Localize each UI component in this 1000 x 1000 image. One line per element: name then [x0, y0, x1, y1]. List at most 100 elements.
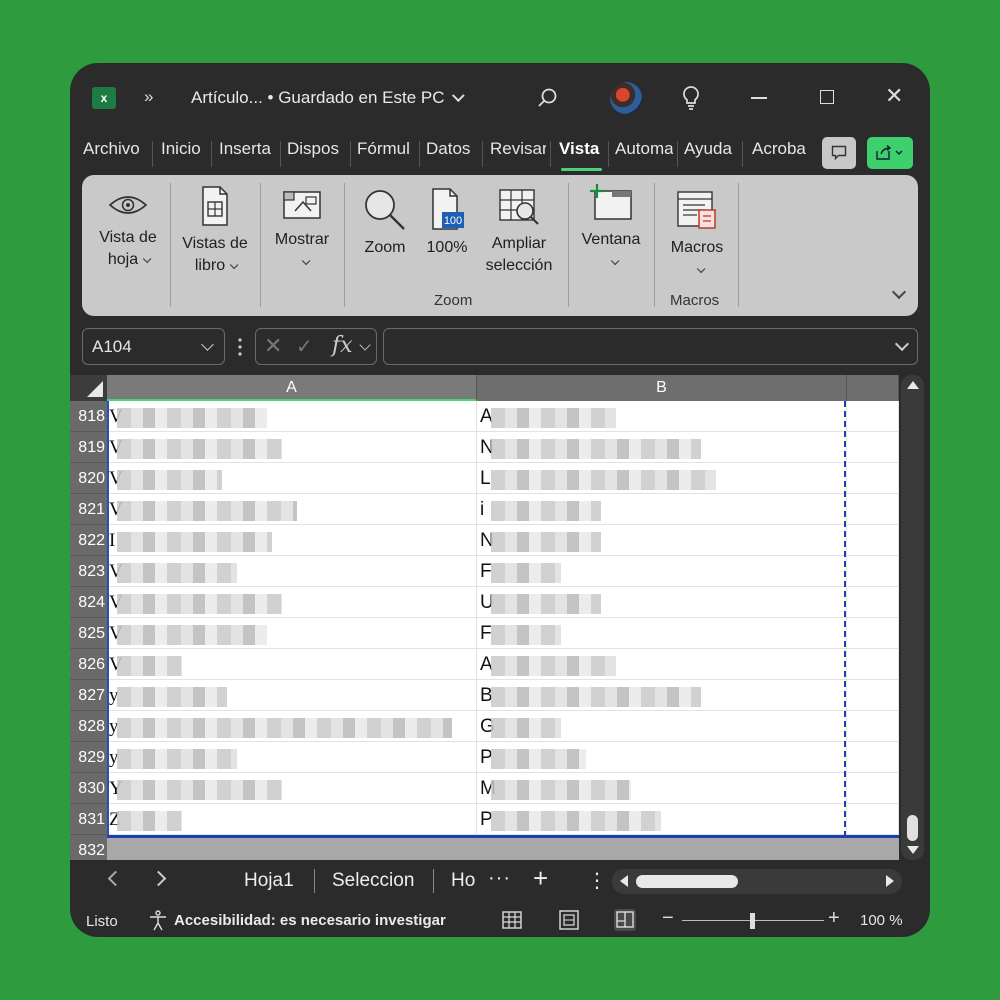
- cell-grid[interactable]: VAVNVLViINVFVUVFVAyByGyPYMZP: [107, 401, 899, 837]
- sheet-options-button[interactable]: ⋮: [587, 868, 607, 893]
- row-header[interactable]: 832: [70, 835, 107, 860]
- cell-b[interactable]: U: [477, 587, 847, 618]
- cell-b[interactable]: F: [477, 618, 847, 649]
- search-icon[interactable]: [536, 87, 558, 109]
- cell-a[interactable]: V: [107, 587, 477, 618]
- tab-vista[interactable]: Vista: [559, 139, 604, 171]
- sheet-tab-seleccion[interactable]: Seleccion: [332, 870, 414, 892]
- sheet-view-button[interactable]: Vista de hoja: [88, 189, 168, 271]
- scroll-down-arrow-icon[interactable]: [907, 846, 919, 854]
- chevron-down-icon[interactable]: [359, 339, 371, 351]
- previous-sheet-chevron-icon[interactable]: [107, 870, 124, 887]
- quick-access-overflow-button[interactable]: »: [144, 87, 153, 107]
- cell-a[interactable]: Y: [107, 773, 477, 804]
- scroll-up-arrow-icon[interactable]: [907, 381, 919, 389]
- row-header[interactable]: 826: [70, 649, 107, 680]
- cell-c[interactable]: [847, 804, 899, 835]
- tab-ayuda[interactable]: Ayuda: [684, 139, 738, 159]
- row-header[interactable]: 827: [70, 680, 107, 711]
- horizontal-scrollbar[interactable]: [612, 869, 902, 894]
- comments-button[interactable]: [822, 137, 856, 169]
- cancel-icon[interactable]: ✕: [264, 333, 282, 359]
- tab-datos[interactable]: Datos: [426, 139, 478, 159]
- cell-b[interactable]: N: [477, 525, 847, 556]
- tab-automatizar[interactable]: Automa: [615, 139, 673, 159]
- accessibility-icon[interactable]: [148, 910, 168, 932]
- expand-formula-chevron-icon[interactable]: [894, 336, 910, 352]
- tab-archivo[interactable]: Archivo: [83, 139, 145, 159]
- column-header-b[interactable]: B: [477, 375, 847, 401]
- cell-b[interactable]: N: [477, 432, 847, 463]
- vertical-scroll-thumb[interactable]: [907, 815, 918, 841]
- cell-b[interactable]: M: [477, 773, 847, 804]
- cell-b[interactable]: A: [477, 649, 847, 680]
- row-header[interactable]: 820: [70, 463, 107, 494]
- tab-insertar[interactable]: Inserta: [219, 139, 276, 159]
- cell-a[interactable]: I: [107, 525, 477, 556]
- page-layout-view-icon[interactable]: [558, 909, 580, 931]
- zoom-button[interactable]: Zoom: [352, 187, 418, 259]
- zoom-out-button[interactable]: −: [662, 907, 674, 930]
- cell-b[interactable]: L: [477, 463, 847, 494]
- cell-a[interactable]: V: [107, 556, 477, 587]
- row-header[interactable]: 825: [70, 618, 107, 649]
- row-header[interactable]: 824: [70, 587, 107, 618]
- scroll-right-arrow-icon[interactable]: [886, 875, 894, 887]
- row-header[interactable]: 821: [70, 494, 107, 525]
- lightbulb-icon[interactable]: [680, 85, 702, 111]
- window-button[interactable]: Ventana: [576, 183, 646, 273]
- cell-c[interactable]: [847, 587, 899, 618]
- minimize-icon[interactable]: [751, 97, 767, 99]
- workbook-views-button[interactable]: Vistas de libro: [176, 185, 254, 277]
- cell-a[interactable]: Z: [107, 804, 477, 835]
- cell-c[interactable]: [847, 401, 899, 432]
- formula-input[interactable]: [383, 328, 918, 365]
- cell-c[interactable]: [847, 494, 899, 525]
- cell-c[interactable]: [847, 556, 899, 587]
- cell-b[interactable]: F: [477, 556, 847, 587]
- cell-a[interactable]: y: [107, 742, 477, 773]
- tab-acrobat[interactable]: Acroba: [752, 139, 810, 159]
- cell-a[interactable]: V: [107, 618, 477, 649]
- cell-a[interactable]: V: [107, 494, 477, 525]
- cell-a[interactable]: y: [107, 711, 477, 742]
- zoom-to-selection-button[interactable]: Ampliar selección: [478, 187, 560, 277]
- cell-c[interactable]: [847, 649, 899, 680]
- row-header[interactable]: 830: [70, 773, 107, 804]
- zoom-level[interactable]: 100 %: [860, 912, 903, 929]
- maximize-icon[interactable]: [820, 90, 834, 104]
- insert-function-button[interactable]: fx: [332, 333, 353, 358]
- column-header-c[interactable]: [847, 375, 899, 401]
- excel-icon[interactable]: x: [92, 87, 119, 109]
- cell-a[interactable]: V: [107, 463, 477, 494]
- zoom-in-button[interactable]: +: [828, 907, 840, 930]
- normal-view-icon[interactable]: [501, 909, 523, 931]
- zoom-100-button[interactable]: 100 100%: [422, 187, 472, 259]
- collapse-ribbon-chevron-icon[interactable]: [891, 284, 907, 300]
- cell-b[interactable]: P: [477, 804, 847, 835]
- chevron-down-icon[interactable]: [201, 338, 214, 351]
- cell-c[interactable]: [847, 680, 899, 711]
- close-icon[interactable]: ✕: [885, 85, 903, 107]
- show-button[interactable]: Mostrar: [266, 189, 338, 273]
- sheet-tab-ho[interactable]: Ho: [451, 870, 475, 892]
- scroll-left-arrow-icon[interactable]: [620, 875, 628, 887]
- enter-check-icon[interactable]: ✓: [296, 334, 313, 359]
- tab-formulas[interactable]: Fórmul: [357, 139, 414, 159]
- tab-inicio[interactable]: Inicio: [161, 139, 205, 159]
- add-sheet-button[interactable]: +: [533, 863, 548, 894]
- row-header[interactable]: 818: [70, 401, 107, 432]
- cell-c[interactable]: [847, 618, 899, 649]
- sheet-tab-hoja1[interactable]: Hoja1: [244, 870, 294, 892]
- next-sheet-chevron-icon[interactable]: [150, 870, 167, 887]
- document-title[interactable]: Artículo... • Guardado en Este PC: [191, 88, 465, 108]
- cell-c[interactable]: [847, 742, 899, 773]
- cell-a[interactable]: V: [107, 432, 477, 463]
- select-all-corner[interactable]: [70, 375, 107, 401]
- cell-c[interactable]: [847, 463, 899, 494]
- row-header[interactable]: 829: [70, 742, 107, 773]
- more-options-icon[interactable]: [238, 337, 242, 357]
- row-header[interactable]: 831: [70, 804, 107, 835]
- cell-a[interactable]: V: [107, 401, 477, 432]
- cell-a[interactable]: V: [107, 649, 477, 680]
